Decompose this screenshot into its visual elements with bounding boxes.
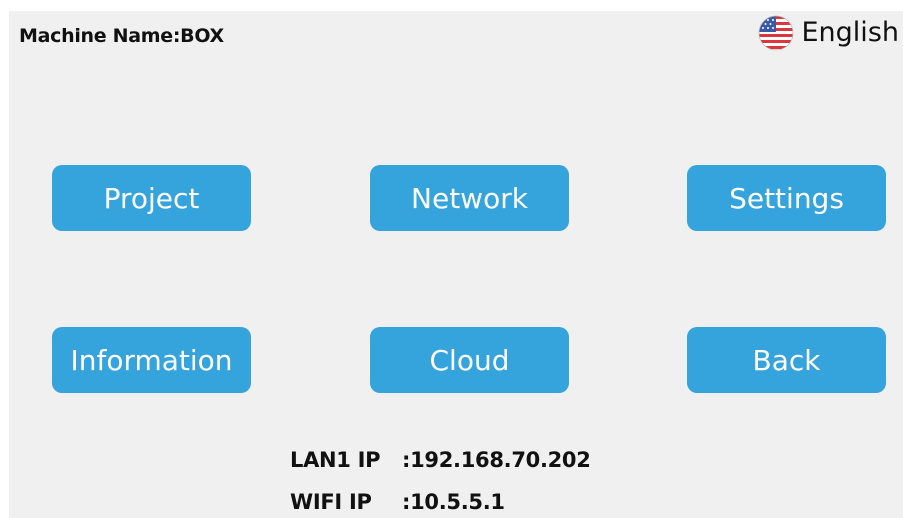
us-flag-icon (758, 15, 793, 51)
information-button[interactable]: Information (52, 327, 251, 393)
back-button[interactable]: Back (687, 327, 886, 393)
machine-name-label: Machine Name: (19, 25, 181, 47)
language-selector[interactable]: English (758, 15, 900, 51)
main-screen: Machine Name:BOX English Project Network… (9, 11, 903, 518)
wifi-ip-row: WIFI IP :10.5.5.1 (290, 490, 505, 514)
lan1-ip-value: :192.168.70.202 (402, 448, 591, 472)
lan1-ip-label: LAN1 IP (290, 448, 381, 472)
language-label: English (801, 17, 900, 48)
project-button[interactable]: Project (52, 165, 251, 231)
lan1-ip-row: LAN1 IP :192.168.70.202 (290, 448, 591, 472)
machine-name-value: BOX (180, 25, 224, 47)
network-button[interactable]: Network (370, 165, 569, 231)
wifi-ip-value: :10.5.5.1 (402, 490, 505, 514)
machine-name: Machine Name:BOX (19, 25, 224, 47)
cloud-button[interactable]: Cloud (370, 327, 569, 393)
wifi-ip-label: WIFI IP (290, 490, 372, 514)
settings-button[interactable]: Settings (687, 165, 886, 231)
